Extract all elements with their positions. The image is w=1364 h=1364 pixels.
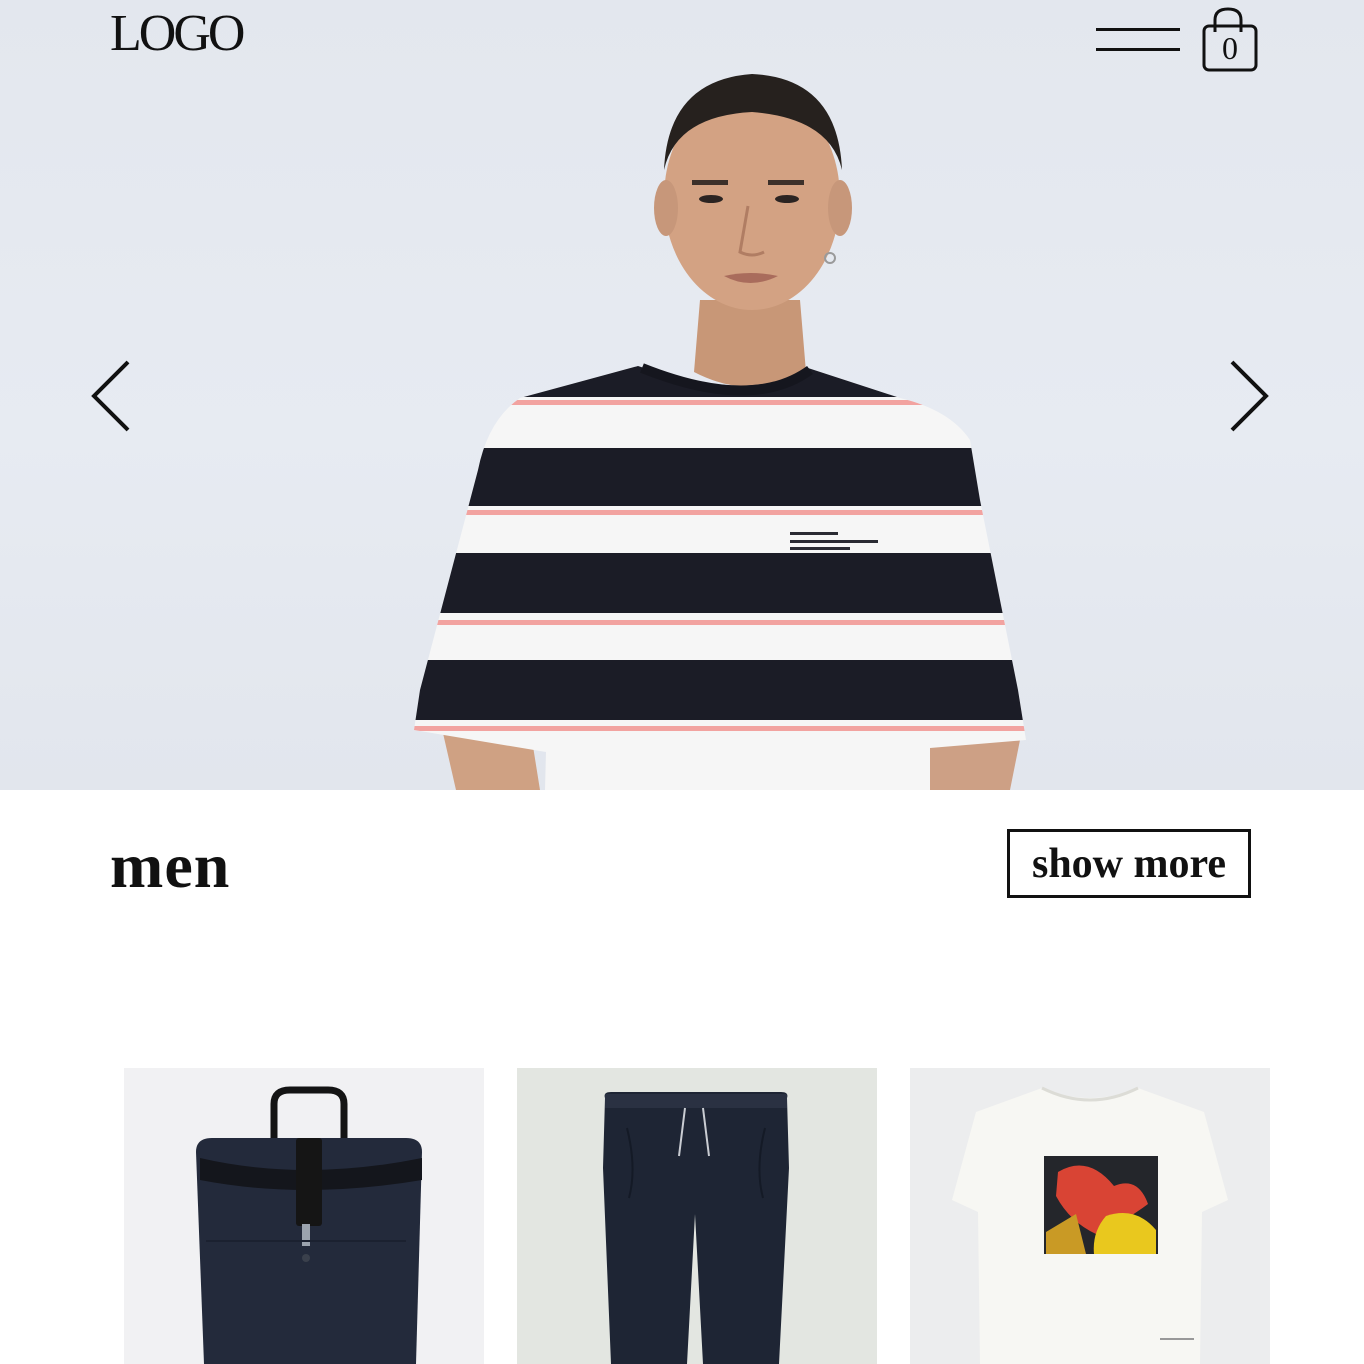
- product-card-backpack[interactable]: [124, 1068, 484, 1364]
- carousel-next-button[interactable]: [1226, 358, 1274, 434]
- product-card-trousers[interactable]: [517, 1068, 877, 1364]
- show-more-button[interactable]: show more: [1007, 829, 1251, 898]
- site-logo[interactable]: LOGO: [110, 4, 245, 64]
- hero-banner: LOGO 0: [0, 0, 1364, 790]
- cart-count: 0: [1222, 30, 1238, 66]
- hero-model-image: [414, 74, 1026, 790]
- chevron-right-icon: [1230, 360, 1269, 432]
- backpack-image: [196, 1086, 422, 1364]
- carousel-prev-button[interactable]: [86, 358, 134, 434]
- trousers-image: [603, 1092, 789, 1364]
- chevron-left-icon: [91, 360, 130, 432]
- product-card-tshirt[interactable]: [910, 1068, 1270, 1364]
- section-title: men: [110, 830, 231, 901]
- hamburger-menu-icon: [1096, 28, 1180, 31]
- hamburger-menu-button[interactable]: [1096, 24, 1180, 56]
- shopping-cart-button[interactable]: 0: [1200, 6, 1260, 74]
- tshirt-image: [952, 1086, 1228, 1364]
